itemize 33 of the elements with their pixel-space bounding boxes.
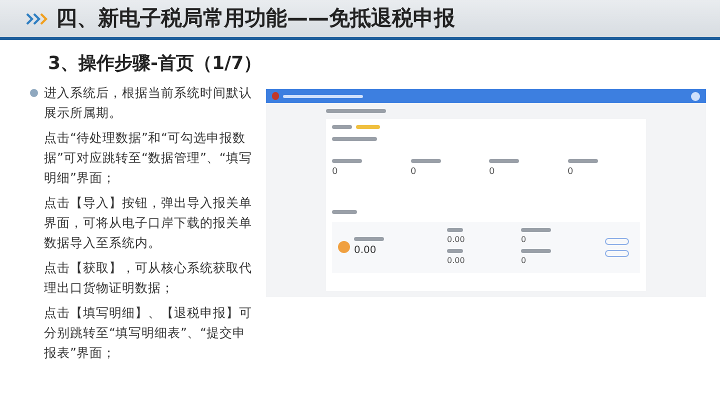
amount-value: 0.00 [447, 254, 466, 266]
blurred-text [332, 137, 377, 141]
total-amount: 0.00 [354, 244, 378, 258]
blurred-text [354, 236, 384, 240]
step-text: 点击【填写明细】、【退税申报】可分别跳转至“填写明细表”、“提交申报表”界面； [44, 304, 252, 362]
blurred-text [489, 159, 519, 163]
count-value: 0 [332, 166, 339, 179]
emblem-icon [272, 92, 279, 100]
count-value: 0 [521, 254, 528, 266]
chevrons-icon [26, 12, 48, 24]
blurred-text [410, 159, 440, 163]
count-value: 0 [410, 166, 418, 179]
blurred-text [332, 125, 352, 129]
blurred-text [447, 248, 463, 252]
blurred-text [568, 159, 598, 163]
step-text: 进入系统后，根据当前系统时间默认展示所属期。 [44, 84, 252, 122]
count-value: 0 [489, 166, 496, 179]
blurred-text [332, 210, 357, 214]
step-heading: 3、操作步骤-首页（1/7） [48, 52, 263, 76]
step-text: 点击【导入】按钮，弹出导入报关单界面，可将从电子口岸下载的报关单数据导入至系统内。 [44, 194, 252, 252]
blurred-text [521, 228, 551, 232]
blurred-text [447, 228, 463, 232]
step-text: 点击【获取】，可从核心系统获取代理出口货物证明数据； [44, 259, 252, 297]
count-value: 0 [521, 234, 528, 246]
step-text: 点击“待处理数据”和“可勾选申报数据”可对应跳转至“数据管理”、“填写明细”界面； [44, 129, 252, 187]
count-value: 0 [568, 166, 574, 179]
amount-value: 0.00 [447, 234, 466, 246]
blurred-text [332, 159, 362, 163]
blurred-text [326, 109, 386, 113]
avatar-icon [691, 92, 700, 100]
slide-title: 四、新电子税局常用功能——免抵退税申报 [56, 4, 455, 32]
coin-icon [338, 241, 350, 253]
blurred-text [521, 248, 551, 252]
